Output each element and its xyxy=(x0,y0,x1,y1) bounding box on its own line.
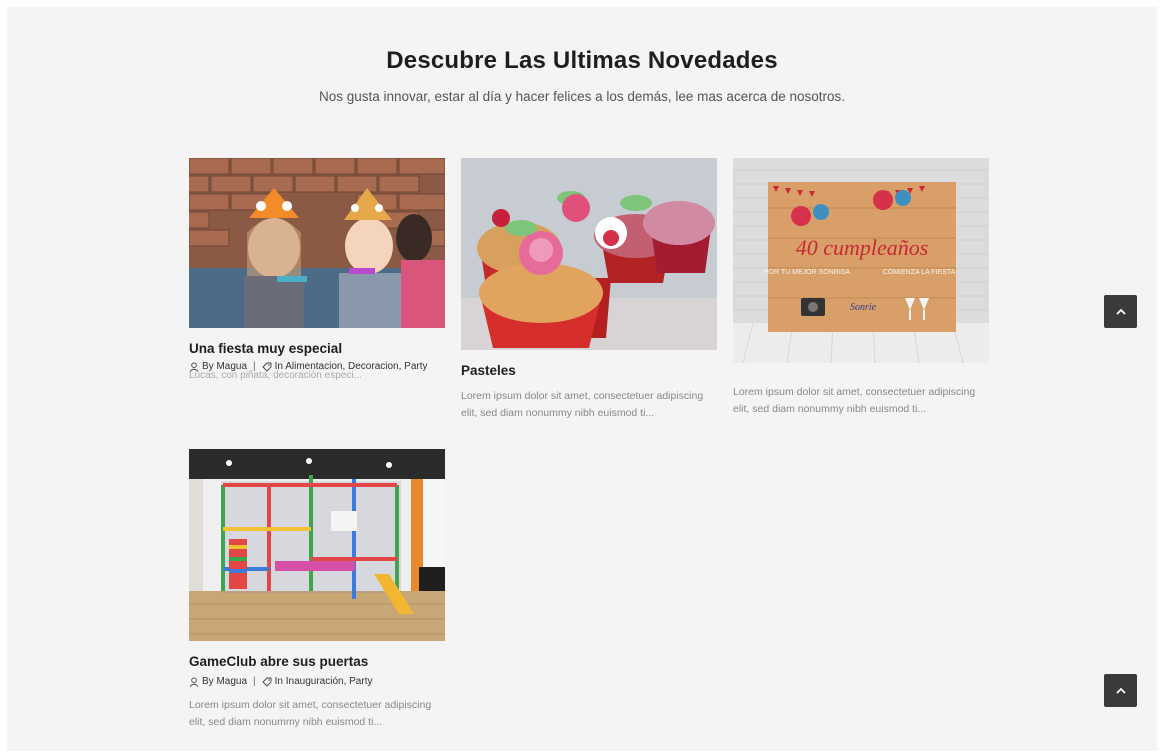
post-image-cupcakes[interactable] xyxy=(461,158,717,350)
news-section: Descubre Las Ultimas Novedades Nos gusta… xyxy=(7,7,1157,751)
post-excerpt: Lorem ipsum dolor sit amet, consectetuer… xyxy=(189,699,432,728)
meta-separator: | xyxy=(253,361,256,372)
poster-headline: 40 cumpleaños xyxy=(796,235,929,260)
post-meta: By Magua | In Inauguración, Party xyxy=(189,676,372,687)
cupcakes-image xyxy=(461,158,717,350)
post-image-birthday-poster[interactable]: 40 cumpleaños POR TU MEJOR SONRISA COMIE… xyxy=(733,158,989,363)
post-categories[interactable]: In Inauguración, Party xyxy=(275,676,373,687)
post-excerpt: Lorem ipsum dolor sit amet, consectetuer… xyxy=(733,386,976,415)
post-title[interactable]: Una fiesta muy especial xyxy=(189,341,342,356)
scroll-to-top-button[interactable] xyxy=(1104,674,1137,707)
post-card: Una fiesta muy especial Lucas, con piñat… xyxy=(189,158,445,381)
birthday-poster-image: 40 cumpleaños POR TU MEJOR SONRISA COMIE… xyxy=(733,158,989,363)
post-categories[interactable]: In Alimentacion, Decoracion, Party xyxy=(275,361,428,372)
post-excerpt: Lorem ipsum dolor sit amet, consectetuer… xyxy=(461,390,704,419)
tag-icon xyxy=(262,362,272,372)
scroll-to-top-button[interactable] xyxy=(1104,295,1137,328)
section-subtitle: Nos gusta innovar, estar al día y hacer … xyxy=(318,89,846,104)
post-card: 40 cumpleaños POR TU MEJOR SONRISA COMIE… xyxy=(733,158,989,415)
playground-image xyxy=(189,449,445,641)
chevron-up-icon xyxy=(1115,682,1126,700)
post-card: Pasteles Lorem ipsum dolor sit amet, con… xyxy=(461,158,717,419)
post-author[interactable]: By Magua xyxy=(202,676,247,687)
poster-brand: Sonrie xyxy=(850,302,877,313)
poster-left-caption: POR TU MEJOR SONRISA xyxy=(764,269,851,276)
post-image-playground[interactable] xyxy=(189,449,445,641)
section-title: Descubre Las Ultimas Novedades xyxy=(386,47,778,74)
post-card: GameClub abre sus puertas By Magua | In … xyxy=(189,449,445,728)
user-icon xyxy=(189,361,199,372)
post-image-party-kids[interactable] xyxy=(189,158,445,328)
tag-icon xyxy=(262,677,272,687)
chevron-up-icon xyxy=(1115,303,1126,321)
party-kids-image xyxy=(189,158,445,328)
post-title[interactable]: Pasteles xyxy=(461,363,516,378)
poster-right-caption: COMIENZA LA FIESTA xyxy=(883,269,956,276)
post-meta: By Magua | In Alimentacion, Decoracion, … xyxy=(189,361,428,372)
post-title[interactable]: GameClub abre sus puertas xyxy=(189,654,368,669)
meta-separator: | xyxy=(253,676,256,687)
post-author[interactable]: By Magua xyxy=(202,361,247,372)
user-icon xyxy=(189,676,199,687)
